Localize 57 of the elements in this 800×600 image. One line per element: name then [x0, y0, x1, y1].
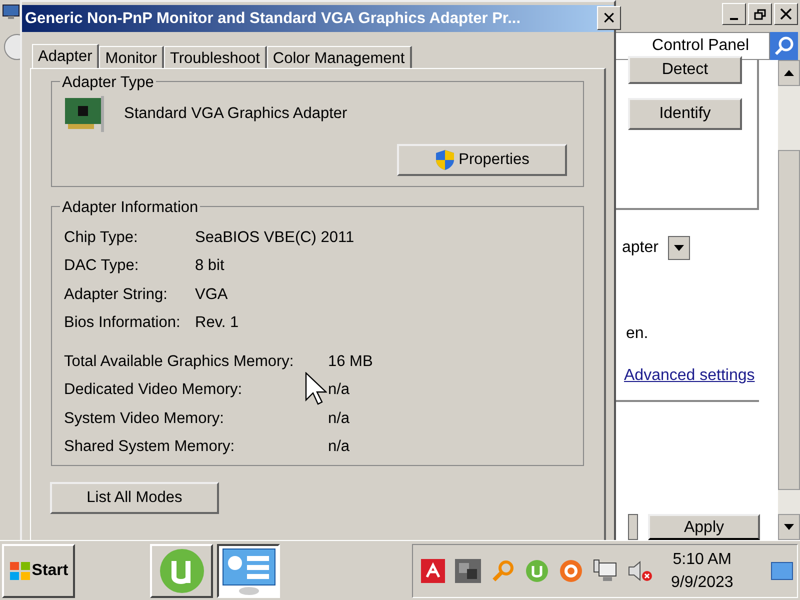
display-settings-icon: [220, 546, 276, 594]
properties-button[interactable]: Properties: [397, 144, 567, 176]
field-value: SeaBIOS VBE(C) 2011: [195, 228, 354, 248]
show-desktop-icon[interactable]: [771, 562, 793, 580]
close-button[interactable]: ×: [597, 6, 621, 30]
field-value: n/a: [328, 408, 350, 429]
muted-volume-icon[interactable]: [627, 558, 653, 582]
tab[interactable]: Color Management: [266, 46, 412, 68]
window-icon: [2, 4, 20, 20]
mouse-cursor-icon: [305, 372, 327, 406]
scrollbar[interactable]: [778, 60, 800, 540]
close-icon: [780, 8, 792, 20]
tab[interactable]: Troubleshoot: [164, 46, 267, 68]
clock-date[interactable]: 9/9/2023: [671, 570, 734, 594]
description-text: en.: [626, 324, 648, 344]
field-label: Dedicated Video Memory:: [64, 381, 242, 398]
field-label: Bios Information:: [64, 314, 180, 332]
window-title: Generic Non-PnP Monitor and Standard VGA Graphics Adapter Pr...: [25, 8, 521, 29]
search-button[interactable]: [770, 32, 798, 60]
tab[interactable]: Monitor: [99, 46, 164, 68]
field-value: 8 bit: [195, 256, 224, 276]
shield-icon: [434, 149, 455, 171]
button[interactable]: [628, 514, 638, 540]
field-label: Shared System Memory:: [64, 438, 235, 456]
monitor-button[interactable]: Detect: [628, 56, 742, 84]
field-value: VGA: [195, 284, 228, 305]
field-label: Total Available Graphics Memory:: [64, 352, 294, 370]
adapter-name: Standard VGA Graphics Adapter: [124, 104, 348, 124]
torrent-icon: [158, 546, 206, 594]
field-value: n/a: [328, 437, 350, 458]
field-value: n/a: [328, 380, 350, 400]
advanced-settings-link[interactable]: Advanced settings: [624, 364, 755, 388]
field-value: 16 MB: [328, 352, 373, 372]
field-label: Chip Type:: [64, 228, 138, 246]
restore-icon: [754, 8, 766, 20]
clock-time[interactable]: 5:10 AM: [672, 548, 732, 570]
restore-button[interactable]: [748, 3, 772, 25]
scroll-down-icon[interactable]: [778, 514, 800, 540]
field-label: DAC Type:: [64, 257, 139, 274]
minimize-button[interactable]: [722, 3, 746, 25]
network-icon[interactable]: [593, 558, 617, 582]
apply-button[interactable]: Apply: [648, 514, 760, 540]
field-label: System Video Memory:: [64, 410, 224, 427]
list-all-modes-button[interactable]: List All Modes: [50, 482, 219, 514]
windows-logo-icon: [8, 560, 31, 580]
taskbar-app-button[interactable]: [217, 544, 280, 598]
app-icon[interactable]: [455, 558, 481, 582]
monitor-button[interactable]: Identify: [628, 98, 742, 130]
scroll-up-icon[interactable]: [778, 60, 800, 86]
field-label: Adapter String:: [64, 286, 168, 303]
scroll-thumb[interactable]: [778, 150, 800, 490]
close-button[interactable]: [774, 3, 798, 25]
graphics-card-icon: [64, 94, 106, 134]
antivirus-icon[interactable]: [421, 558, 445, 582]
start-button[interactable]: Start: [2, 544, 75, 598]
tab[interactable]: Adapter: [32, 44, 100, 68]
field-value: Rev. 1: [195, 313, 239, 334]
